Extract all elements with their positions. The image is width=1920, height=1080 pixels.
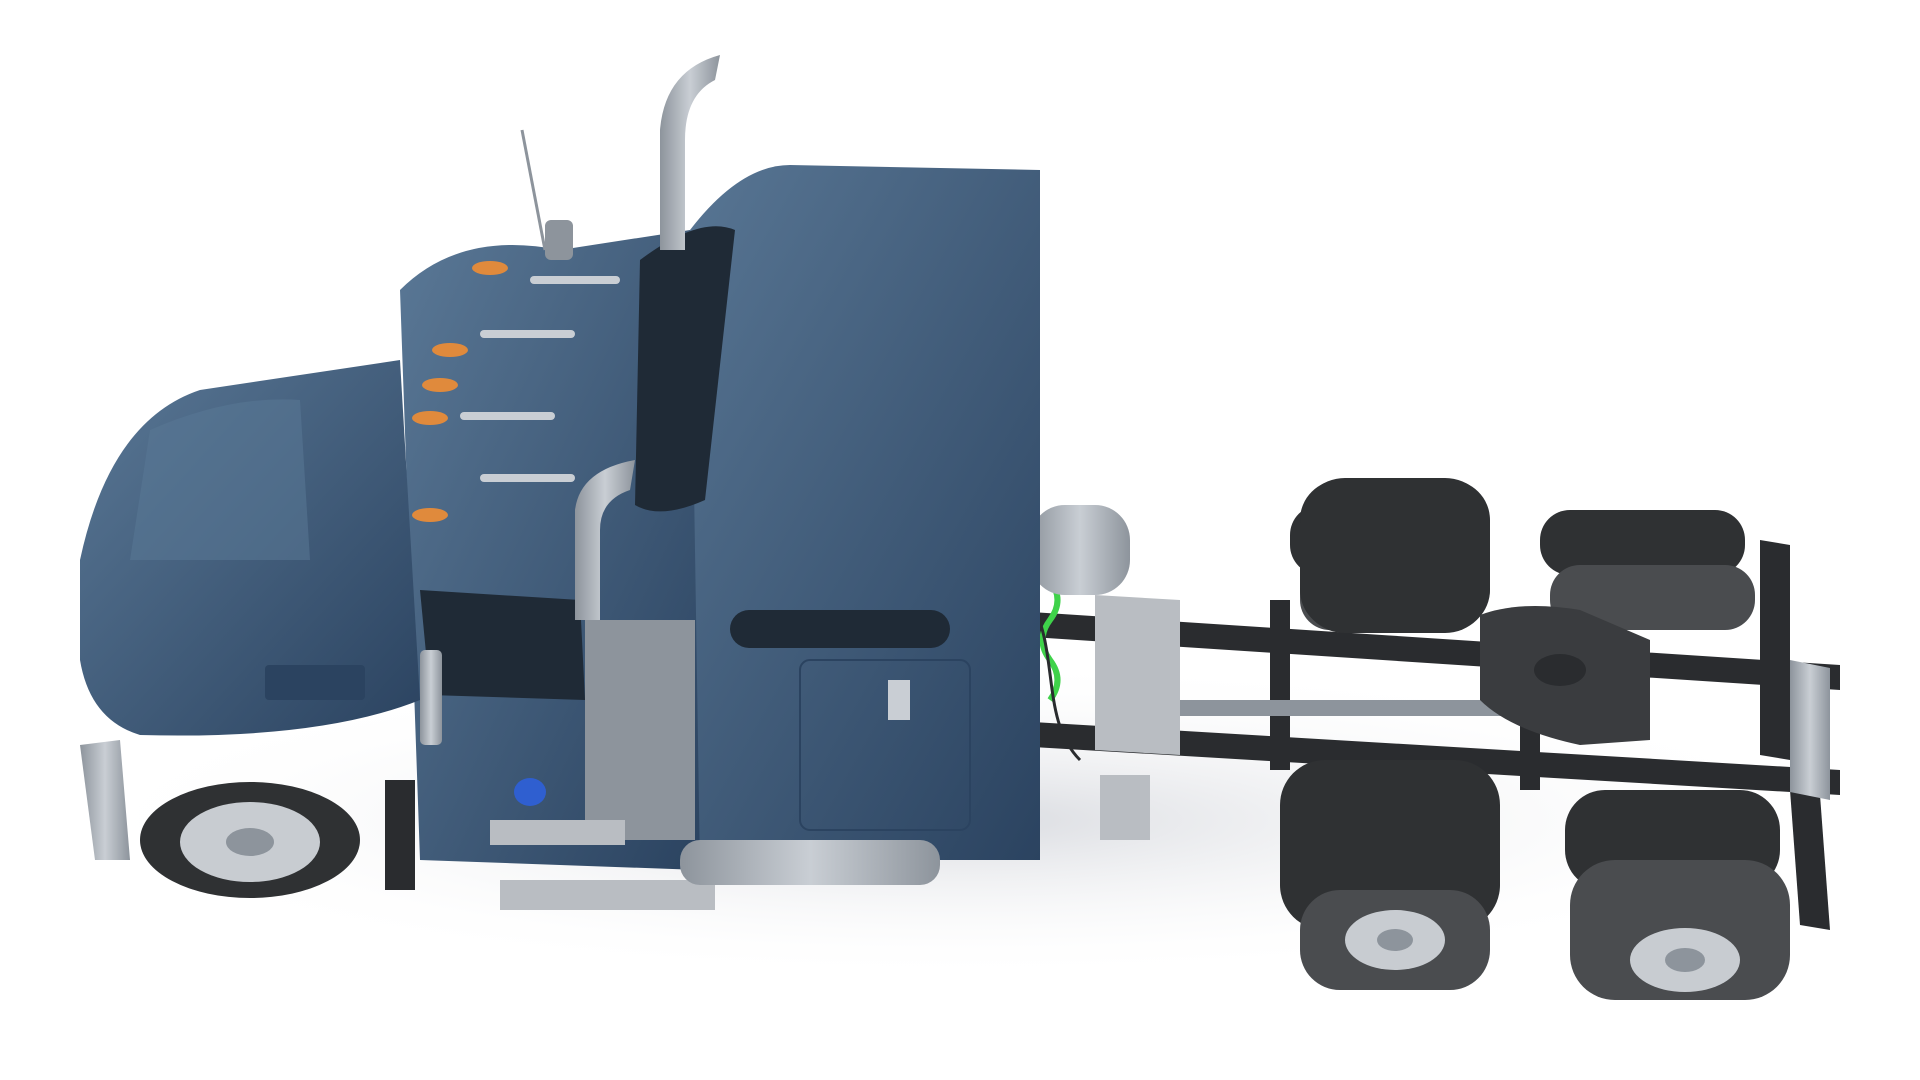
marker-light [432, 343, 468, 357]
hood-vent [265, 665, 365, 700]
deck-step [1100, 775, 1150, 840]
fender-front-upper [1300, 478, 1490, 633]
marker-light [472, 261, 508, 275]
truck-render [60, 55, 1860, 1000]
cab-step [490, 820, 625, 845]
exhaust-heat-shield [585, 620, 695, 840]
frame-crossmember-1 [1270, 600, 1290, 770]
cab-step [500, 880, 715, 910]
hub [1665, 948, 1705, 972]
hub [1377, 929, 1413, 951]
air-horn [530, 276, 620, 284]
front-hub [226, 828, 274, 856]
fuel-cap [514, 778, 546, 806]
antenna [520, 129, 547, 251]
render-scene [0, 0, 1920, 1080]
sleeper-handle [888, 680, 910, 720]
marker-light [412, 508, 448, 522]
side-mirror [545, 220, 573, 260]
door-mirror [420, 650, 442, 745]
front-mud-flap [385, 780, 415, 890]
rear-mud-flap-upper [1760, 540, 1790, 760]
sleeper-window [730, 610, 950, 648]
driveshaft [1180, 700, 1510, 716]
marker-light [412, 411, 448, 425]
fifth-wheel-slot [1534, 654, 1586, 686]
deck-plate-surface [1095, 595, 1180, 755]
side-window [420, 590, 585, 700]
air-horn [480, 330, 575, 338]
air-horn [480, 474, 575, 482]
marker-light [422, 378, 458, 392]
air-horn [460, 412, 555, 420]
rear-bumper-chrome [1790, 660, 1830, 800]
fuel-tank-side [680, 840, 940, 885]
fuel-tank-rear [1030, 505, 1130, 595]
